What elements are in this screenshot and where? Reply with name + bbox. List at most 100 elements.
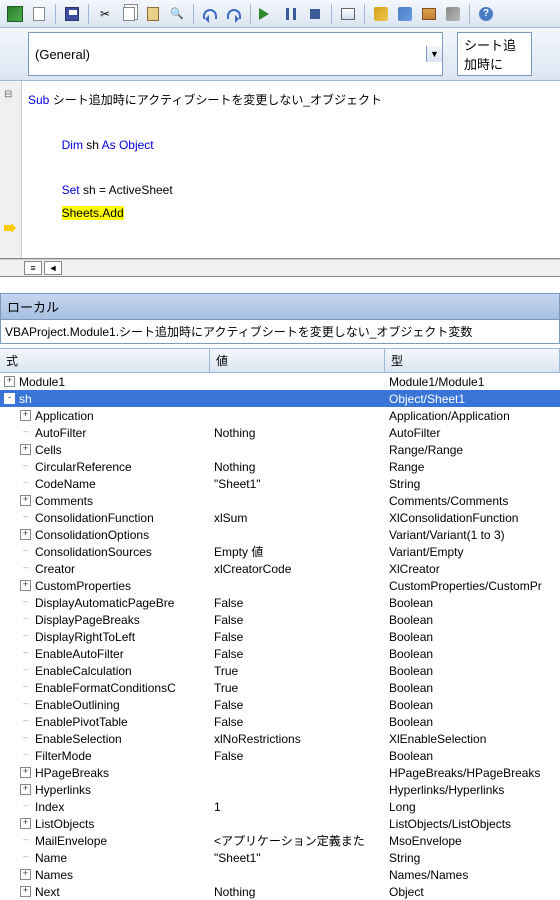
locals-row[interactable]: CreatorxlCreatorCodeXlCreator <box>0 560 560 577</box>
save-icon[interactable] <box>61 3 83 25</box>
break-icon[interactable] <box>280 3 302 25</box>
expr-type: Application/Application <box>385 409 560 423</box>
expand-icon[interactable]: + <box>20 580 31 591</box>
expand-icon[interactable]: + <box>20 818 31 829</box>
run-icon[interactable] <box>256 3 278 25</box>
locals-row[interactable]: EnableAutoFilterFalseBoolean <box>0 645 560 662</box>
locals-row[interactable]: Index1Long <box>0 798 560 815</box>
expand-icon[interactable]: + <box>20 886 31 897</box>
expand-icon[interactable]: + <box>20 784 31 795</box>
locals-row[interactable]: DisplayAutomaticPageBreFalseBoolean <box>0 594 560 611</box>
excel-icon[interactable] <box>4 3 26 25</box>
proc-view-icon[interactable]: ≡ <box>24 261 42 275</box>
properties-icon[interactable] <box>394 3 416 25</box>
locals-row[interactable]: +NextNothingObject <box>0 883 560 900</box>
locals-row[interactable]: MailEnvelope<アプリケーション定義またMsoEnvelope <box>0 832 560 849</box>
expr-value: "Sheet1" <box>210 851 385 865</box>
col-value[interactable]: 値 <box>210 349 385 372</box>
leaf-icon <box>20 750 31 761</box>
undo-icon[interactable] <box>199 3 221 25</box>
help-icon[interactable]: ? <box>475 3 497 25</box>
col-expression[interactable]: 式 <box>0 349 210 372</box>
locals-row[interactable]: DisplayPageBreaksFalseBoolean <box>0 611 560 628</box>
locals-row[interactable]: EnableSelectionxlNoRestrictionsXlEnableS… <box>0 730 560 747</box>
expr-type: Module1/Module1 <box>385 375 560 389</box>
locals-row[interactable]: EnableCalculationTrueBoolean <box>0 662 560 679</box>
locals-row[interactable]: +CommentsComments/Comments <box>0 492 560 509</box>
locals-row[interactable]: FilterModeFalseBoolean <box>0 747 560 764</box>
expr-name: ConsolidationFunction <box>35 511 154 525</box>
leaf-icon <box>20 801 31 812</box>
locals-row[interactable]: -shObject/Sheet1 <box>0 390 560 407</box>
locals-row[interactable]: Name"Sheet1"String <box>0 849 560 866</box>
full-view-icon[interactable]: ◄ <box>44 261 62 275</box>
expand-icon[interactable]: + <box>20 410 31 421</box>
reset-icon[interactable] <box>304 3 326 25</box>
redo-icon[interactable] <box>223 3 245 25</box>
fold-toggle-icon[interactable]: ⊟ <box>4 89 12 100</box>
locals-row[interactable]: +ConsolidationOptionsVariant/Variant(1 t… <box>0 526 560 543</box>
object-dropdown[interactable]: (General) ▼ <box>28 32 443 76</box>
locals-row[interactable]: +ListObjectsListObjects/ListObjects <box>0 815 560 832</box>
object-browser-icon[interactable] <box>418 3 440 25</box>
code-editor[interactable]: ⊟ Sub シート追加時にアクティブシートを変更しない_オブジェクト Dim s… <box>0 81 560 259</box>
expr-name: CircularReference <box>35 460 132 474</box>
locals-tree[interactable]: +Module1Module1/Module1-shObject/Sheet1+… <box>0 373 560 900</box>
expr-type: HPageBreaks/HPageBreaks <box>385 766 560 780</box>
expr-value: xlNoRestrictions <box>210 732 385 746</box>
locals-row[interactable]: CodeName"Sheet1"String <box>0 475 560 492</box>
locals-row[interactable]: ConsolidationSourcesEmpty 値Variant/Empty <box>0 543 560 560</box>
expr-value: "Sheet1" <box>210 477 385 491</box>
expr-name: ConsolidationSources <box>35 545 152 559</box>
locals-row[interactable]: +CustomPropertiesCustomProperties/Custom… <box>0 577 560 594</box>
code-text[interactable]: Sub シート追加時にアクティブシートを変更しない_オブジェクト Dim sh … <box>22 81 560 258</box>
new-icon[interactable] <box>28 3 50 25</box>
expr-name: CustomProperties <box>35 579 131 593</box>
locals-row[interactable]: +HPageBreaksHPageBreaks/HPageBreaks <box>0 764 560 781</box>
locals-row[interactable]: +ApplicationApplication/Application <box>0 407 560 424</box>
locals-row[interactable]: ConsolidationFunctionxlSumXlConsolidatio… <box>0 509 560 526</box>
project-explorer-icon[interactable] <box>370 3 392 25</box>
expand-icon[interactable]: + <box>4 376 15 387</box>
expr-type: Range/Range <box>385 443 560 457</box>
cut-icon[interactable]: ✂ <box>94 3 116 25</box>
expr-value: Empty 値 <box>210 543 385 560</box>
expr-value: Nothing <box>210 460 385 474</box>
expr-name: ConsolidationOptions <box>35 528 149 542</box>
procedure-dropdown[interactable]: シート追加時に <box>457 32 532 76</box>
main-toolbar: ✂ 🔍 ? <box>0 0 560 28</box>
locals-row[interactable]: +HyperlinksHyperlinks/Hyperlinks <box>0 781 560 798</box>
expr-name: MailEnvelope <box>35 834 107 848</box>
expr-type: XlConsolidationFunction <box>385 511 560 525</box>
design-mode-icon[interactable] <box>337 3 359 25</box>
copy-icon[interactable] <box>118 3 140 25</box>
procedure-dropdown-value: シート追加時に <box>458 33 531 75</box>
locals-row[interactable]: DisplayRightToLeftFalseBoolean <box>0 628 560 645</box>
leaf-icon <box>20 597 31 608</box>
locals-header: 式 値 型 <box>0 348 560 373</box>
leaf-icon <box>20 648 31 659</box>
leaf-icon <box>20 665 31 676</box>
locals-row[interactable]: +NamesNames/Names <box>0 866 560 883</box>
paste-icon[interactable] <box>142 3 164 25</box>
expr-name: Index <box>35 800 64 814</box>
expr-type: Object <box>385 885 560 899</box>
locals-row[interactable]: AutoFilterNothingAutoFilter <box>0 424 560 441</box>
expand-icon[interactable]: + <box>20 444 31 455</box>
expr-value: Nothing <box>210 426 385 440</box>
locals-row[interactable]: +Module1Module1/Module1 <box>0 373 560 390</box>
expand-icon[interactable]: + <box>20 767 31 778</box>
locals-row[interactable]: EnableFormatConditionsCTrueBoolean <box>0 679 560 696</box>
locals-row[interactable]: EnablePivotTableFalseBoolean <box>0 713 560 730</box>
expand-icon[interactable]: + <box>20 495 31 506</box>
locals-row[interactable]: CircularReferenceNothingRange <box>0 458 560 475</box>
expand-icon[interactable]: + <box>20 869 31 880</box>
col-type[interactable]: 型 <box>385 349 560 372</box>
locals-row[interactable]: +CellsRange/Range <box>0 441 560 458</box>
find-icon[interactable]: 🔍 <box>166 3 188 25</box>
collapse-icon[interactable]: - <box>4 393 15 404</box>
expand-icon[interactable]: + <box>20 529 31 540</box>
locals-row[interactable]: EnableOutliningFalseBoolean <box>0 696 560 713</box>
code-gutter[interactable]: ⊟ <box>0 81 22 258</box>
toolbox-icon[interactable] <box>442 3 464 25</box>
